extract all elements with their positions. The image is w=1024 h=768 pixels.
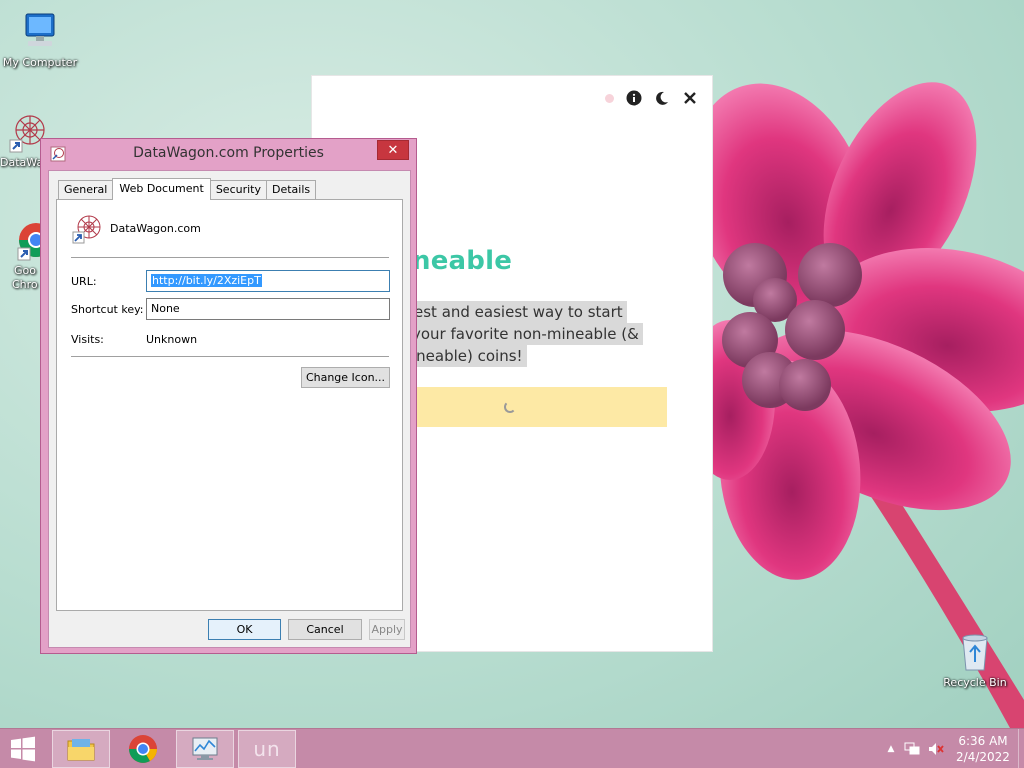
url-label: URL: xyxy=(71,275,97,288)
dialog-title: DataWagon.com Properties xyxy=(133,145,324,161)
cancel-button[interactable]: Cancel xyxy=(288,619,362,640)
shortcut-key-input[interactable]: None xyxy=(146,298,390,320)
visits-label: Visits: xyxy=(71,333,104,346)
tab-strip: General Web Document Security Details xyxy=(58,178,317,200)
loading-bar xyxy=(412,387,667,427)
url-value: http://bit.ly/2XziEpT xyxy=(151,274,262,287)
close-icon[interactable] xyxy=(682,90,698,106)
taskbar-clock[interactable]: 6:36 AM 2/4/2022 xyxy=(948,733,1018,765)
info-icon[interactable] xyxy=(626,90,642,106)
desktop-icon-label: Recycle Bin xyxy=(943,676,1007,689)
tab-security[interactable]: Security xyxy=(209,180,267,199)
app-description-line: ineable) coins! xyxy=(408,345,527,367)
desktop-icon-label: My Computer xyxy=(2,56,78,69)
show-desktop-button[interactable] xyxy=(1018,729,1024,768)
url-input[interactable]: http://bit.ly/2XziEpT xyxy=(146,270,390,292)
show-hidden-icons-icon[interactable]: ▲ xyxy=(882,744,900,754)
desktop-icon-recycle-bin[interactable]: Recycle Bin xyxy=(935,630,1015,690)
recycle-bin-icon xyxy=(953,630,997,674)
taskbar: un ▲ 6:36 AM 2/4/2022 xyxy=(0,728,1024,768)
dialog-close-button[interactable]: ✕ xyxy=(377,140,409,160)
folder-icon xyxy=(67,739,95,761)
tab-web-document[interactable]: Web Document xyxy=(112,178,211,200)
properties-dialog[interactable]: DataWagon.com Properties ✕ General Web D… xyxy=(40,138,417,654)
apply-button[interactable]: Apply xyxy=(369,619,405,640)
app-window-controls xyxy=(605,90,698,106)
computer-icon xyxy=(18,10,62,54)
volume-muted-icon[interactable] xyxy=(924,742,948,756)
shortcut-icon xyxy=(71,213,103,245)
shortcut-key-label: Shortcut key: xyxy=(71,303,144,316)
clock-date: 2/4/2022 xyxy=(956,750,1010,764)
system-tray: ▲ 6:36 AM 2/4/2022 xyxy=(882,729,1024,768)
taskbar-chrome[interactable] xyxy=(114,730,172,768)
web-document-panel: DataWagon.com URL: http://bit.ly/2XziEpT… xyxy=(56,199,403,611)
separator xyxy=(71,257,389,258)
shortcut-name: DataWagon.com xyxy=(110,222,201,235)
tab-details[interactable]: Details xyxy=(266,180,317,199)
app-description-line: est and easiest way to start xyxy=(410,301,627,323)
status-dot-icon xyxy=(605,93,614,103)
change-icon-button[interactable]: Change Icon... xyxy=(301,367,390,388)
start-button[interactable] xyxy=(0,730,46,768)
windows-logo-icon xyxy=(11,736,35,762)
performance-monitor-icon xyxy=(192,737,218,760)
separator xyxy=(71,356,389,357)
taskbar-unmineable-app[interactable]: un xyxy=(238,730,296,768)
close-icon: ✕ xyxy=(387,142,399,158)
network-icon[interactable] xyxy=(900,742,924,756)
app-description-line: your favorite non-mineable (& xyxy=(408,323,643,345)
tab-general[interactable]: General xyxy=(58,180,114,199)
desktop-icon-my-computer[interactable]: My Computer xyxy=(0,10,80,70)
visits-value: Unknown xyxy=(146,333,198,346)
loading-spinner-icon xyxy=(504,401,516,413)
chrome-icon xyxy=(129,735,157,763)
dialog-client-area: General Web Document Security Details Da… xyxy=(48,170,411,648)
taskbar-file-explorer[interactable] xyxy=(52,730,110,768)
app-title: neable xyxy=(412,246,513,276)
clock-time: 6:36 AM xyxy=(958,734,1008,748)
moon-icon[interactable] xyxy=(654,90,670,106)
unmineable-label: un xyxy=(253,737,281,761)
ok-button[interactable]: OK xyxy=(208,619,281,640)
taskbar-performance-monitor[interactable] xyxy=(176,730,234,768)
